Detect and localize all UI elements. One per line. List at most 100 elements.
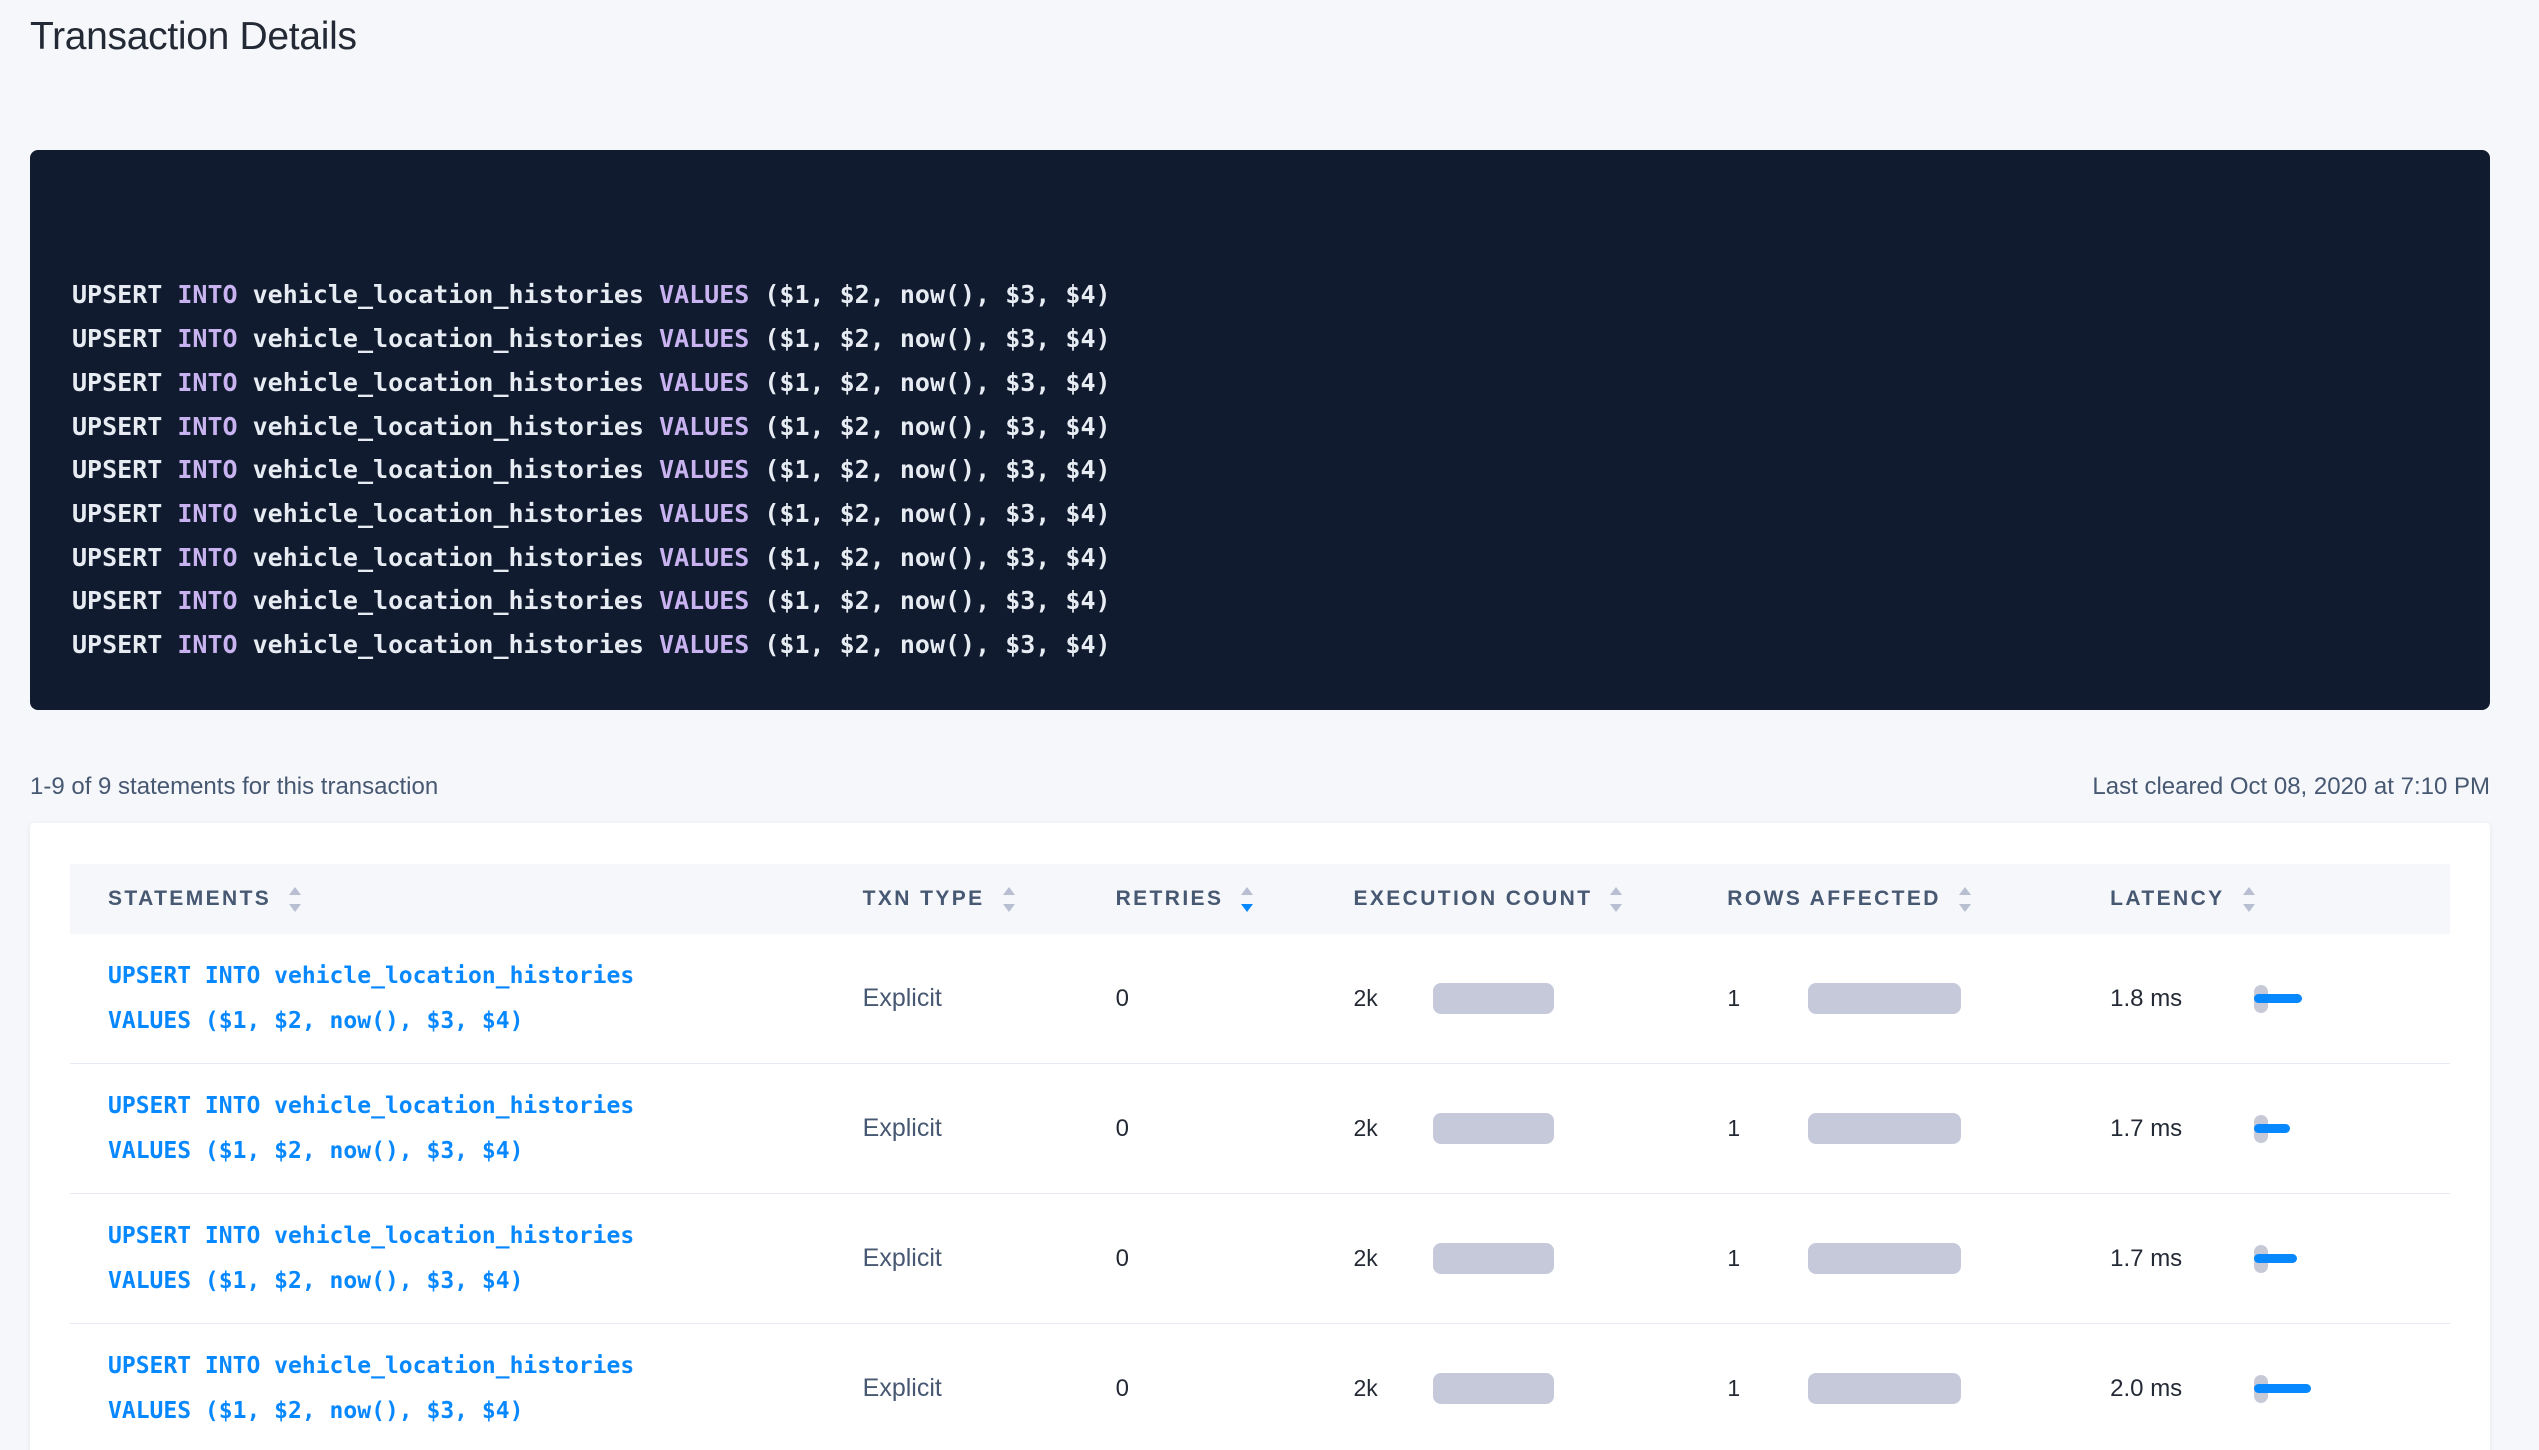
sort-icons-execution-count: [1610, 887, 1622, 912]
txn-type-cell: Explicit: [863, 1114, 1116, 1143]
txn-type-cell: Explicit: [863, 984, 1116, 1013]
rows-affected-value: 1: [1727, 1115, 1808, 1142]
retries-value: 0: [1116, 1375, 1129, 1403]
rows-affected-cell: 1: [1727, 983, 2110, 1014]
sql-code-line: UPSERT INTO vehicle_location_histories V…: [72, 448, 2448, 492]
latency-bar: [2254, 1384, 2311, 1393]
latency-cell: 1.8 ms: [2110, 977, 2450, 1021]
statements-table-card: STATEMENTS TXN TYPE RETRIES: [30, 823, 2490, 1450]
sort-icons-rows-affected: [1959, 887, 1971, 912]
statement-line-1: UPSERT INTO vehicle_location_histories: [108, 954, 634, 999]
column-header-txn-type[interactable]: TXN TYPE: [863, 887, 1116, 912]
retries-value: 0: [1116, 985, 1129, 1013]
table-row: UPSERT INTO vehicle_location_historiesVA…: [70, 1194, 2450, 1324]
sql-code-line: UPSERT INTO vehicle_location_histories V…: [72, 492, 2448, 536]
sort-asc-icon: [2243, 887, 2255, 895]
sql-code-line: UPSERT INTO vehicle_location_histories V…: [72, 273, 2448, 317]
statement-cell: UPSERT INTO vehicle_location_historiesVA…: [70, 1084, 863, 1174]
statement-link[interactable]: UPSERT INTO vehicle_location_historiesVA…: [70, 1084, 634, 1174]
column-header-rows-affected[interactable]: ROWS AFFECTED: [1727, 887, 2110, 912]
rows-affected-value: 1: [1727, 1245, 1808, 1272]
sql-code-line: UPSERT INTO vehicle_location_histories V…: [72, 405, 2448, 449]
column-header-retries[interactable]: RETRIES: [1116, 887, 1354, 912]
sort-desc-icon: [2243, 904, 2255, 912]
execution-count-bar: [1433, 1243, 1554, 1274]
sort-icons-txn-type: [1003, 887, 1015, 912]
last-cleared-text: Last cleared Oct 08, 2020 at 7:10 PM: [2092, 772, 2490, 801]
sort-asc-icon: [1241, 887, 1253, 895]
retries-value: 0: [1116, 1245, 1129, 1273]
summary-row: 1-9 of 9 statements for this transaction…: [30, 772, 2490, 801]
sql-code-line: UPSERT INTO vehicle_location_histories V…: [72, 536, 2448, 580]
latency-cell: 1.7 ms: [2110, 1107, 2450, 1151]
sort-icons-latency: [2243, 887, 2255, 912]
table-row: UPSERT INTO vehicle_location_historiesVA…: [70, 934, 2450, 1064]
latency-cell: 1.7 ms: [2110, 1237, 2450, 1281]
rows-affected-bar: [1808, 1373, 1961, 1404]
statement-line-2: VALUES ($1, $2, now(), $3, $4): [108, 1389, 634, 1434]
rows-affected-cell: 1: [1727, 1373, 2110, 1404]
statement-line-2: VALUES ($1, $2, now(), $3, $4): [108, 999, 634, 1044]
sort-asc-icon: [1959, 887, 1971, 895]
latency-value: 2.0 ms: [2110, 1375, 2254, 1403]
statement-cell: UPSERT INTO vehicle_location_historiesVA…: [70, 1344, 863, 1434]
sort-icons-retries: [1241, 887, 1253, 912]
sort-asc-icon: [1003, 887, 1015, 895]
sql-statements-box: UPSERT INTO vehicle_location_histories V…: [30, 150, 2490, 710]
rows-affected-cell: 1: [1727, 1113, 2110, 1144]
rows-affected-bar: [1808, 1113, 1961, 1144]
statement-cell: UPSERT INTO vehicle_location_historiesVA…: [70, 1214, 863, 1304]
latency-minichart: [2254, 1107, 2334, 1151]
retries-cell: 0: [1116, 1375, 1354, 1403]
rows-affected-cell: 1: [1727, 1243, 2110, 1274]
statement-line-2: VALUES ($1, $2, now(), $3, $4): [108, 1259, 634, 1304]
statement-link[interactable]: UPSERT INTO vehicle_location_historiesVA…: [70, 954, 634, 1044]
column-header-statements[interactable]: STATEMENTS: [70, 887, 863, 912]
txn-type-cell: Explicit: [863, 1374, 1116, 1403]
txn-type-value: Explicit: [863, 1374, 942, 1403]
execution-count-bar: [1433, 1373, 1554, 1404]
rows-affected-bar: [1808, 1243, 1961, 1274]
execution-count-bar: [1433, 1113, 1554, 1144]
statement-line-1: UPSERT INTO vehicle_location_histories: [108, 1084, 634, 1129]
statement-line-2: VALUES ($1, $2, now(), $3, $4): [108, 1129, 634, 1174]
sql-code-line: UPSERT INTO vehicle_location_histories V…: [72, 361, 2448, 405]
sort-desc-active-icon: [1241, 904, 1253, 912]
statement-line-1: UPSERT INTO vehicle_location_histories: [108, 1214, 634, 1259]
retries-cell: 0: [1116, 985, 1354, 1013]
sql-code-line: UPSERT INTO vehicle_location_histories V…: [72, 317, 2448, 361]
latency-minichart: [2254, 1367, 2334, 1411]
statements-table-header: STATEMENTS TXN TYPE RETRIES: [70, 864, 2450, 934]
retries-value: 0: [1116, 1115, 1129, 1143]
sort-asc-icon: [1610, 887, 1622, 895]
table-row: UPSERT INTO vehicle_location_historiesVA…: [70, 1064, 2450, 1194]
sort-asc-icon: [289, 887, 301, 895]
sql-code-lines: UPSERT INTO vehicle_location_histories V…: [72, 273, 2448, 666]
rows-affected-value: 1: [1727, 985, 1808, 1012]
latency-cell: 2.0 ms: [2110, 1367, 2450, 1411]
sort-icons-statements: [289, 887, 301, 912]
txn-type-value: Explicit: [863, 1244, 942, 1273]
latency-bar: [2254, 994, 2302, 1003]
txn-type-cell: Explicit: [863, 1244, 1116, 1273]
sql-code-line: UPSERT INTO vehicle_location_histories V…: [72, 579, 2448, 623]
txn-type-value: Explicit: [863, 984, 942, 1013]
execution-count-cell: 2k: [1353, 1243, 1727, 1274]
column-header-latency[interactable]: LATENCY: [2110, 887, 2450, 912]
page-title: Transaction Details: [30, 0, 2490, 61]
latency-value: 1.7 ms: [2110, 1115, 2254, 1143]
retries-cell: 0: [1116, 1245, 1354, 1273]
execution-count-cell: 2k: [1353, 1373, 1727, 1404]
column-header-execution-count[interactable]: EXECUTION COUNT: [1353, 887, 1727, 912]
sort-desc-icon: [1959, 904, 1971, 912]
rows-affected-bar: [1808, 983, 1961, 1014]
rows-affected-value: 1: [1727, 1375, 1808, 1402]
execution-count-value: 2k: [1353, 1375, 1433, 1402]
execution-count-value: 2k: [1353, 1115, 1433, 1142]
statement-link[interactable]: UPSERT INTO vehicle_location_historiesVA…: [70, 1214, 634, 1304]
execution-count-bar: [1433, 983, 1554, 1014]
statement-link[interactable]: UPSERT INTO vehicle_location_historiesVA…: [70, 1344, 634, 1434]
transaction-details-page: Transaction Details UPSERT INTO vehicle_…: [30, 0, 2490, 1450]
execution-count-cell: 2k: [1353, 983, 1727, 1014]
latency-minichart: [2254, 977, 2334, 1021]
